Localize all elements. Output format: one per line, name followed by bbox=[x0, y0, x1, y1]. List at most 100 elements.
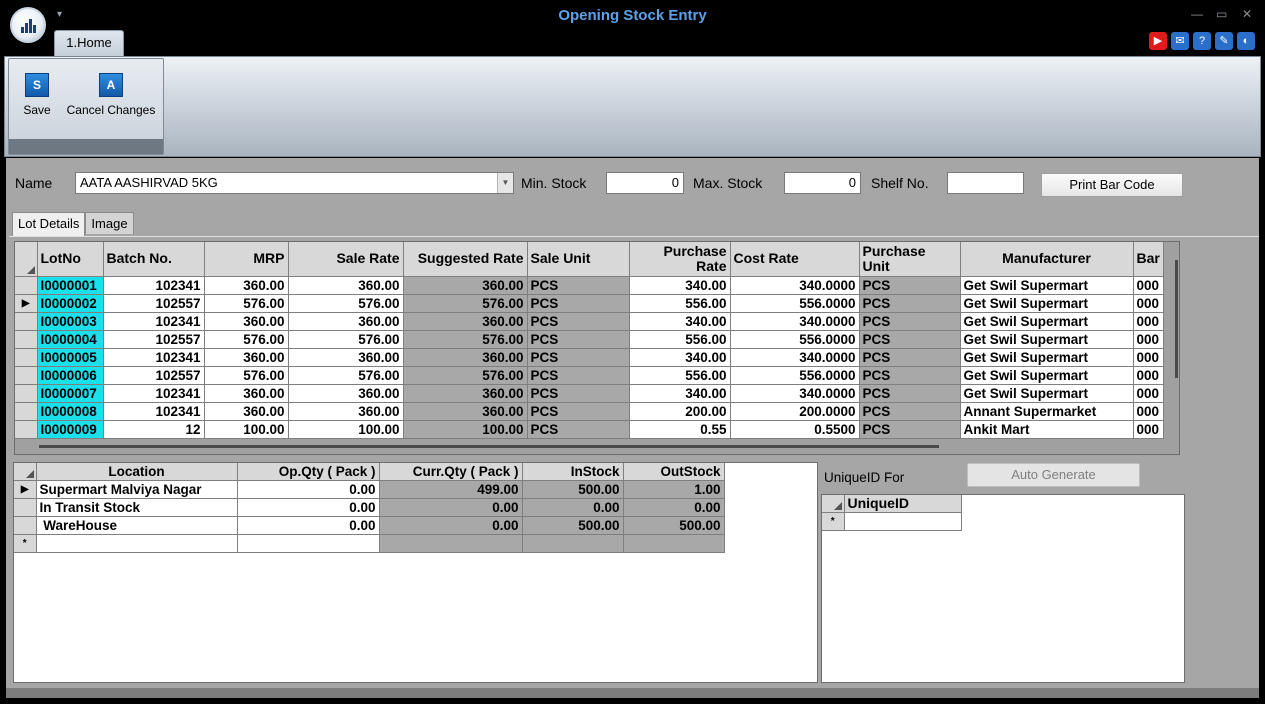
cell-loc[interactable]: Supermart Malviya Nagar bbox=[36, 480, 238, 499]
cell-batch[interactable]: 102341 bbox=[103, 402, 205, 421]
lot-grid[interactable]: LotNo Batch No. MRP Sale Rate Suggested … bbox=[14, 241, 1180, 455]
cell-cost[interactable]: 556.0000 bbox=[730, 330, 860, 349]
cell-mrp[interactable]: 100.00 bbox=[204, 420, 289, 439]
cell-loc[interactable]: WareHouse bbox=[36, 516, 238, 535]
cell-mfr[interactable]: Annant Supermarket bbox=[960, 402, 1134, 421]
table-row[interactable]: ▶ Supermart Malviya Nagar 0.00 499.00 500.00… bbox=[14, 480, 725, 499]
cell-prate[interactable]: 556.00 bbox=[629, 366, 731, 385]
cell-sugg[interactable]: 576.00 bbox=[403, 294, 528, 313]
row-header[interactable]: ▶ bbox=[15, 294, 38, 313]
cell-sale[interactable]: 576.00 bbox=[288, 366, 404, 385]
cell-sale[interactable]: 360.00 bbox=[288, 402, 404, 421]
cell-mrp[interactable]: 360.00 bbox=[204, 348, 289, 367]
cell-unit[interactable]: PCS bbox=[527, 276, 630, 295]
row-header[interactable] bbox=[15, 312, 38, 331]
col-mrp[interactable]: MRP bbox=[204, 242, 289, 277]
minimize-button[interactable]: — bbox=[1191, 7, 1203, 21]
cell-cost[interactable]: 340.0000 bbox=[730, 312, 860, 331]
cell-batch[interactable]: 102341 bbox=[103, 384, 205, 403]
cell-cost[interactable]: 556.0000 bbox=[730, 294, 860, 313]
cell-prate[interactable]: 340.00 bbox=[629, 348, 731, 367]
close-button[interactable]: ✕ bbox=[1242, 7, 1252, 21]
new-row-marker[interactable]: * bbox=[822, 512, 845, 531]
cell-cost[interactable]: 0.5500 bbox=[730, 420, 860, 439]
cell-in[interactable]: 500.00 bbox=[522, 480, 624, 499]
cell-mfr[interactable]: Get Swil Supermart bbox=[960, 330, 1134, 349]
cell-sugg[interactable]: 576.00 bbox=[403, 366, 528, 385]
cell-prate[interactable]: 340.00 bbox=[629, 276, 731, 295]
shelf-no-input[interactable] bbox=[947, 172, 1024, 194]
cell-op[interactable]: 0.00 bbox=[237, 480, 380, 499]
cell-unit[interactable]: PCS bbox=[527, 384, 630, 403]
cell-punit[interactable]: PCS bbox=[859, 348, 961, 367]
cell-lot[interactable]: I0000007 bbox=[37, 384, 104, 403]
col-location[interactable]: Location bbox=[36, 463, 238, 481]
cell-mrp[interactable]: 360.00 bbox=[204, 276, 289, 295]
tab-image[interactable]: Image bbox=[85, 212, 134, 234]
unique-id-grid[interactable]: UniqueID * bbox=[821, 494, 1185, 683]
cell-cost[interactable]: 340.0000 bbox=[730, 348, 860, 367]
chevron-down-icon[interactable]: ▼ bbox=[497, 173, 513, 193]
cell-mrp[interactable]: 360.00 bbox=[204, 312, 289, 331]
cell-cost[interactable]: 340.0000 bbox=[730, 384, 860, 403]
cell-batch[interactable]: 102341 bbox=[103, 348, 205, 367]
cell-bar[interactable]: 000 bbox=[1133, 402, 1164, 421]
new-row-cell[interactable] bbox=[379, 534, 523, 553]
cell-punit[interactable]: PCS bbox=[859, 330, 961, 349]
cell-sugg[interactable]: 576.00 bbox=[403, 330, 528, 349]
col-bar[interactable]: Bar bbox=[1133, 242, 1164, 277]
cell-prate[interactable]: 200.00 bbox=[629, 402, 731, 421]
cell-prate[interactable]: 0.55 bbox=[629, 420, 731, 439]
table-row[interactable]: I0000001 102341 360.00 360.00 360.00 PCS 340.0… bbox=[15, 276, 1164, 295]
cell-punit[interactable]: PCS bbox=[859, 384, 961, 403]
row-header[interactable] bbox=[15, 402, 38, 421]
col-op-qty[interactable]: Op.Qty ( Pack ) bbox=[237, 463, 380, 481]
cell-sugg[interactable]: 360.00 bbox=[403, 402, 528, 421]
cell-cost[interactable]: 556.0000 bbox=[730, 366, 860, 385]
cell-batch[interactable]: 102341 bbox=[103, 276, 205, 295]
cell-bar[interactable]: 000 bbox=[1133, 384, 1164, 403]
new-row-cell[interactable] bbox=[623, 534, 725, 553]
cell-mrp[interactable]: 360.00 bbox=[204, 402, 289, 421]
help-icon[interactable]: ? bbox=[1193, 32, 1211, 50]
cell-unit[interactable]: PCS bbox=[527, 330, 630, 349]
cell-batch[interactable]: 102341 bbox=[103, 312, 205, 331]
cell-bar[interactable]: 000 bbox=[1133, 276, 1164, 295]
name-combo[interactable]: AATA AASHIRVAD 5KG ▼ bbox=[75, 172, 514, 194]
cell-unit[interactable]: PCS bbox=[527, 348, 630, 367]
new-row-cell[interactable] bbox=[522, 534, 624, 553]
cell-mfr[interactable]: Get Swil Supermart bbox=[960, 312, 1134, 331]
cell-sale[interactable]: 100.00 bbox=[288, 420, 404, 439]
row-header[interactable] bbox=[15, 384, 38, 403]
cell-mfr[interactable]: Get Swil Supermart bbox=[960, 348, 1134, 367]
table-row[interactable]: I0000004 102557 576.00 576.00 576.00 PCS 556.0… bbox=[15, 330, 1164, 349]
row-header[interactable]: ▶ bbox=[14, 480, 37, 499]
cell-in[interactable]: 0.00 bbox=[522, 498, 624, 517]
cell-sale[interactable]: 576.00 bbox=[288, 294, 404, 313]
youtube-icon[interactable]: ▶ bbox=[1149, 32, 1167, 50]
cancel-changes-button[interactable]: A Cancel Changes bbox=[63, 73, 159, 117]
grid-corner[interactable] bbox=[822, 495, 845, 513]
table-row[interactable]: In Transit Stock 0.00 0.00 0.00 0.00 bbox=[14, 498, 725, 517]
cell-batch[interactable]: 102557 bbox=[103, 330, 205, 349]
table-row[interactable]: I0000003 102341 360.00 360.00 360.00 PCS 340.0… bbox=[15, 312, 1164, 331]
col-sale-rate[interactable]: Sale Rate bbox=[288, 242, 404, 277]
lot-grid-horizontal-scrollbar[interactable] bbox=[39, 445, 939, 448]
row-header[interactable] bbox=[15, 366, 38, 385]
location-grid[interactable]: Location Op.Qty ( Pack ) Curr.Qty ( Pack… bbox=[13, 462, 818, 683]
cell-mrp[interactable]: 576.00 bbox=[204, 294, 289, 313]
cell-sale[interactable]: 360.00 bbox=[288, 276, 404, 295]
col-cost-rate[interactable]: Cost Rate bbox=[730, 242, 860, 277]
row-header[interactable] bbox=[14, 498, 37, 517]
col-purchase-rate[interactable]: Purchase Rate bbox=[629, 242, 731, 277]
save-button[interactable]: S Save bbox=[17, 73, 57, 117]
print-bar-code-button[interactable]: Print Bar Code bbox=[1041, 173, 1183, 197]
col-curr-qty[interactable]: Curr.Qty ( Pack ) bbox=[379, 463, 523, 481]
cell-out[interactable]: 1.00 bbox=[623, 480, 725, 499]
col-unique-id[interactable]: UniqueID bbox=[844, 495, 962, 513]
cell-lot[interactable]: I0000003 bbox=[37, 312, 104, 331]
cell-sale[interactable]: 360.00 bbox=[288, 312, 404, 331]
cell-loc[interactable]: In Transit Stock bbox=[36, 498, 238, 517]
cell-lot[interactable]: I0000004 bbox=[37, 330, 104, 349]
col-outstock[interactable]: OutStock bbox=[623, 463, 725, 481]
